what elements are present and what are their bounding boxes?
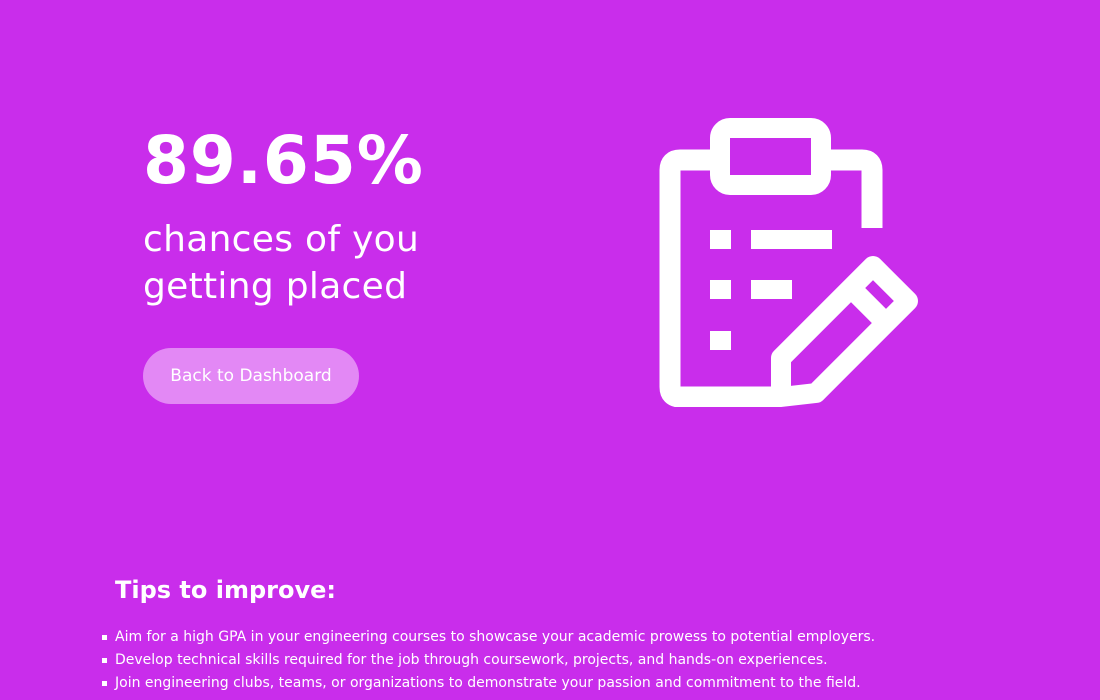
result-summary: 89.65% chances of you getting placed	[143, 128, 563, 310]
placement-percentage: 89.65%	[143, 122, 424, 199]
bullet-square-icon	[102, 635, 107, 640]
tip-text: Join engineering clubs, teams, or organi…	[115, 675, 861, 691]
tip-text: Develop technical skills required for th…	[115, 652, 828, 668]
list-item: Develop technical skills required for th…	[100, 649, 1060, 672]
bullet-square-icon	[102, 681, 107, 686]
tip-text: Aim for a high GPA in your engineering c…	[115, 629, 876, 645]
result-subtitle: chances of you getting placed	[143, 216, 563, 310]
tips-heading: Tips to improve:	[115, 576, 336, 604]
subtitle-line-1: chances of you	[143, 219, 420, 260]
list-item: Aim for a high GPA in your engineering c…	[100, 626, 1060, 649]
tips-section: Tips to improve: Aim for a high GPA in y…	[100, 574, 1060, 695]
list-item: Join engineering clubs, teams, or organi…	[100, 672, 1060, 695]
bullet-square-icon	[102, 658, 107, 663]
subtitle-line-2: getting placed	[143, 266, 408, 307]
tips-list: Aim for a high GPA in your engineering c…	[100, 626, 1060, 695]
clipboard-edit-icon	[655, 115, 920, 408]
back-to-dashboard-button[interactable]: Back to Dashboard	[143, 348, 359, 404]
